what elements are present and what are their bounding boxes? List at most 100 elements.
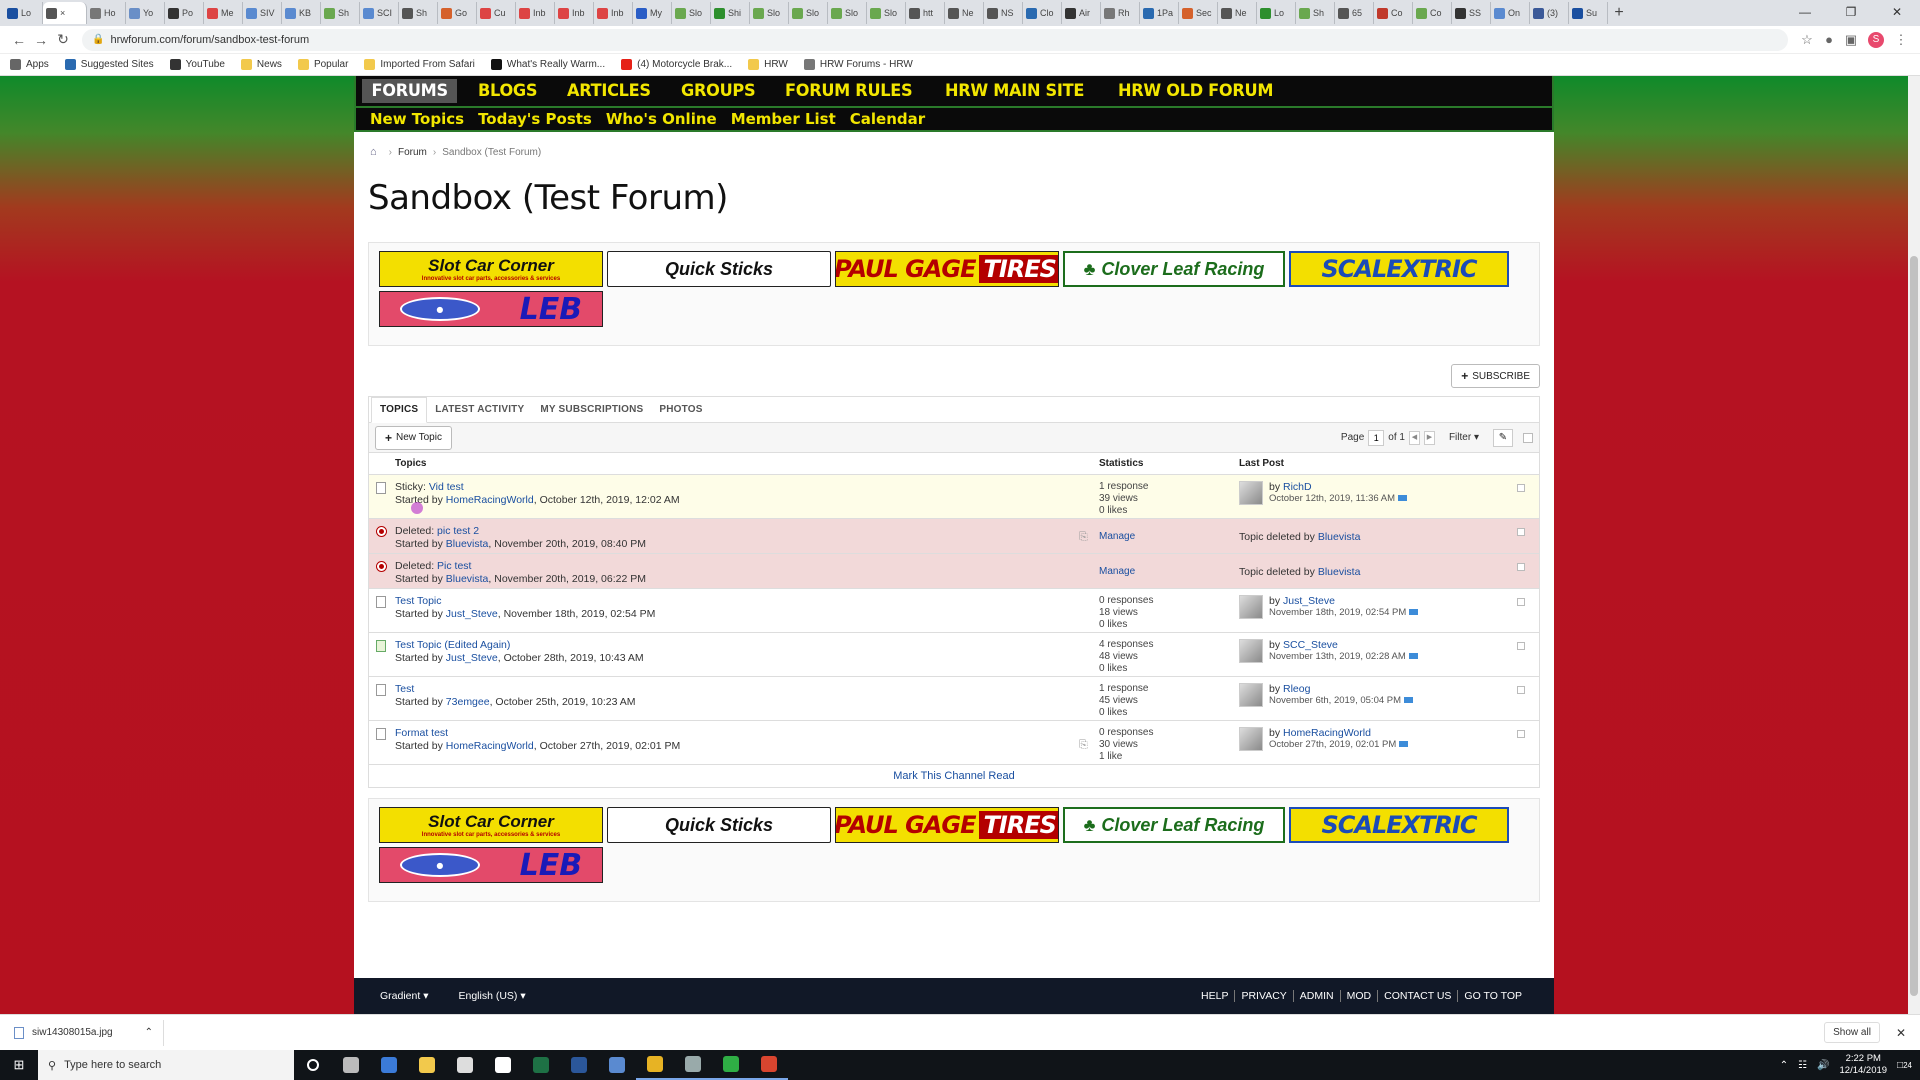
browser-tab[interactable]: Rh (1101, 2, 1140, 24)
user-avatar[interactable] (1239, 639, 1263, 663)
chevron-up-icon[interactable]: ⌃ (1780, 1060, 1788, 1071)
back-icon[interactable]: ← (8, 32, 30, 48)
last-poster-link[interactable]: Just_Steve (1283, 595, 1335, 607)
row-checkbox[interactable] (1517, 730, 1525, 738)
footer-link-privacy[interactable]: PRIVACY (1234, 990, 1292, 1002)
sponsor-scalextric[interactable]: SCALEXTRIC (1289, 807, 1509, 843)
table-row[interactable]: Deleted: Pic test Started by Bluevista, N… (369, 554, 1539, 589)
sponsor-quick-sticks[interactable]: Quick Sticks (607, 251, 831, 287)
cortana-taskbar-button[interactable] (294, 1050, 332, 1080)
bookmark-item[interactable]: What's Really Warm... (490, 59, 605, 70)
bookmark-item[interactable]: HRW (748, 59, 788, 70)
volume-icon[interactable]: 🔊 (1817, 1060, 1829, 1071)
taskbar-clock[interactable]: 2:22 PM 12/14/2019 (1840, 1053, 1888, 1077)
browser-tab[interactable]: 1Pa (1140, 2, 1179, 24)
tab-photos[interactable]: PHOTOS (651, 404, 710, 422)
minimize-icon[interactable]: — (1782, 0, 1828, 26)
bookmark-item[interactable]: Imported From Safari (364, 59, 475, 70)
browser-tab[interactable]: Slo (867, 2, 906, 24)
nav-item[interactable]: FORUM RULES (785, 81, 913, 101)
browser-tab[interactable]: Ne (1218, 2, 1257, 24)
tab-my-subscriptions[interactable]: MY SUBSCRIPTIONS (532, 404, 651, 422)
extension-icon[interactable]: ● (1818, 32, 1840, 47)
style-selector[interactable]: Gradient ▾ (380, 990, 428, 1002)
footer-link-admin[interactable]: ADMIN (1292, 990, 1340, 1002)
last-poster-link[interactable]: RichD (1283, 481, 1312, 493)
author-link[interactable]: Bluevista (446, 538, 489, 550)
user-avatar[interactable] (1239, 481, 1263, 505)
word-taskbar-button[interactable] (560, 1050, 598, 1080)
bookmark-item[interactable]: (4) Motorcycle Brak... (621, 59, 732, 70)
new-tab-icon[interactable]: + (1608, 4, 1630, 22)
home-icon[interactable]: ⌂ (370, 146, 377, 158)
sponsor-slot-car-corner[interactable]: Slot Car Corner Innovative slot car part… (379, 807, 603, 843)
browser-tab[interactable]: Su (1569, 2, 1608, 24)
user-avatar[interactable] (1239, 727, 1263, 751)
taskbar-search[interactable]: ⚲ Type here to search (38, 1050, 294, 1080)
browser-tab[interactable]: Co (1374, 2, 1413, 24)
task-view-taskbar-button[interactable] (332, 1050, 370, 1080)
menu-icon[interactable]: ⋮ (1890, 32, 1912, 48)
sponsor-scalextric[interactable]: SCALEXTRIC (1289, 251, 1509, 287)
jump-to-post-icon[interactable] (1398, 495, 1408, 502)
table-row[interactable]: Test Started by 73emgee, October 25th, 20… (369, 677, 1539, 721)
scrollbar-thumb[interactable] (1910, 256, 1918, 996)
sponsor-slot-car-corner[interactable]: Slot Car Corner Innovative slot car part… (379, 251, 603, 287)
profile-avatar[interactable]: S (1868, 31, 1884, 48)
nav-item[interactable]: HRW OLD FORUM (1118, 81, 1273, 101)
browser-tab[interactable]: Sec (1179, 2, 1218, 24)
nav-item[interactable]: GROUPS (681, 81, 756, 101)
user-avatar[interactable] (1239, 595, 1263, 619)
browser-tab[interactable]: Slo (789, 2, 828, 24)
browser-tab[interactable]: Shi (711, 2, 750, 24)
app-grey-taskbar-button[interactable] (674, 1050, 712, 1080)
browser-tab[interactable]: Sh (321, 2, 360, 24)
deleted-by-link[interactable]: Bluevista (1318, 531, 1361, 543)
user-avatar[interactable] (1239, 683, 1263, 707)
row-checkbox[interactable] (1517, 528, 1525, 536)
table-row[interactable]: Deleted: pic test 2 Started by Bluevista,… (369, 519, 1539, 554)
browser-tab[interactable]: Me (204, 2, 243, 24)
table-row[interactable]: Sticky: Vid test Started by HomeRacingWor… (369, 475, 1539, 519)
file-explorer-taskbar-button[interactable] (408, 1050, 446, 1080)
new-topic-button[interactable]: + New Topic (375, 425, 452, 450)
browser-tab[interactable]: Lo (1257, 2, 1296, 24)
next-page-icon[interactable]: ▶ (1423, 430, 1435, 445)
forward-icon[interactable]: → (30, 32, 52, 48)
table-row[interactable]: Test Topic (Edited Again) Started by Just… (369, 633, 1539, 677)
jump-to-post-icon[interactable] (1409, 609, 1419, 616)
page-scrollbar[interactable] (1908, 76, 1920, 1014)
author-link[interactable]: 73emgee (446, 696, 490, 708)
browser-tab[interactable]: Ho (87, 2, 126, 24)
browser-tab[interactable]: (3) (1530, 2, 1569, 24)
browser-tab[interactable]: Sh (399, 2, 438, 24)
topic-title-link[interactable]: Format test (395, 727, 448, 739)
jump-to-post-icon[interactable] (1408, 653, 1418, 660)
browser-tab[interactable]: Cu (477, 2, 516, 24)
mail-taskbar-button[interactable] (484, 1050, 522, 1080)
subnav-item[interactable]: Member List (731, 110, 836, 128)
browser-tab[interactable]: On (1491, 2, 1530, 24)
camtasia-red-taskbar-button[interactable] (750, 1050, 788, 1080)
bookmark-item[interactable]: HRW Forums - HRW (803, 59, 913, 70)
last-poster-link[interactable]: SCC_Steve (1283, 639, 1338, 651)
close-icon[interactable]: ✕ (1896, 1026, 1906, 1040)
row-checkbox[interactable] (1517, 642, 1525, 650)
app-blue-taskbar-button[interactable] (598, 1050, 636, 1080)
bookmark-item[interactable]: Suggested Sites (64, 59, 154, 70)
chevron-up-icon[interactable]: ⌃ (145, 1027, 153, 1038)
nav-item[interactable]: FORUMS (362, 79, 458, 103)
chrome-taskbar-button[interactable] (636, 1050, 674, 1080)
row-checkbox[interactable] (1517, 686, 1525, 694)
browser-tab[interactable]: htt (906, 2, 945, 24)
footer-link-mod[interactable]: MOD (1339, 990, 1378, 1002)
browser-tab[interactable]: Sh (1296, 2, 1335, 24)
table-row[interactable]: Format test Started by HomeRacingWorld, O… (369, 721, 1539, 765)
nav-item[interactable]: ARTICLES (567, 81, 651, 101)
browser-tab[interactable]: Go (438, 2, 477, 24)
notifications-icon[interactable]: □24 (1897, 1060, 1912, 1071)
manage-link[interactable]: Manage (1099, 566, 1135, 577)
close-tab-icon[interactable]: × (60, 8, 65, 18)
sponsor-clover-leaf-racing[interactable]: ♣ Clover Leaf Racing (1063, 807, 1285, 843)
row-checkbox[interactable] (1517, 598, 1525, 606)
